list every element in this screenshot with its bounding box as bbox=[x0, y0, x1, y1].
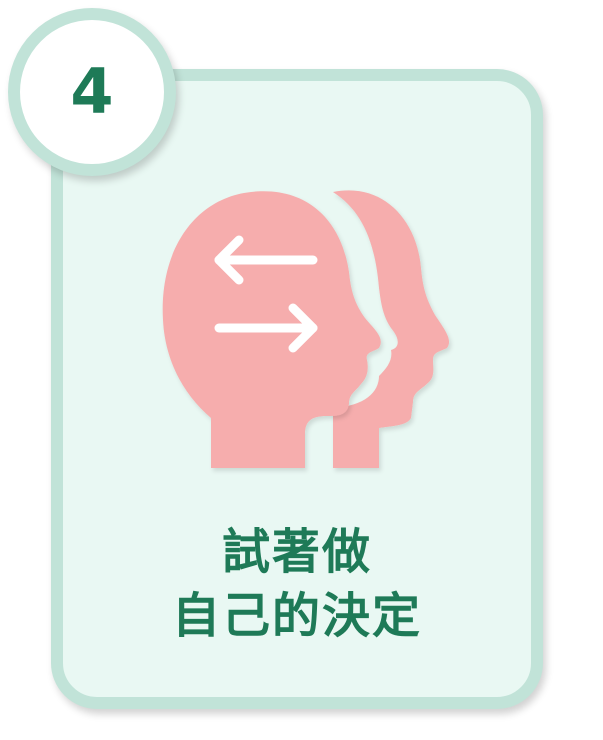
step-number-badge: 4 bbox=[8, 8, 176, 176]
caption-line-1: 試著做 bbox=[221, 524, 372, 580]
caption-line-2: 自己的決定 bbox=[171, 588, 422, 644]
step-number: 4 bbox=[70, 55, 114, 128]
two-heads-exchange-arrows-icon bbox=[162, 190, 450, 468]
